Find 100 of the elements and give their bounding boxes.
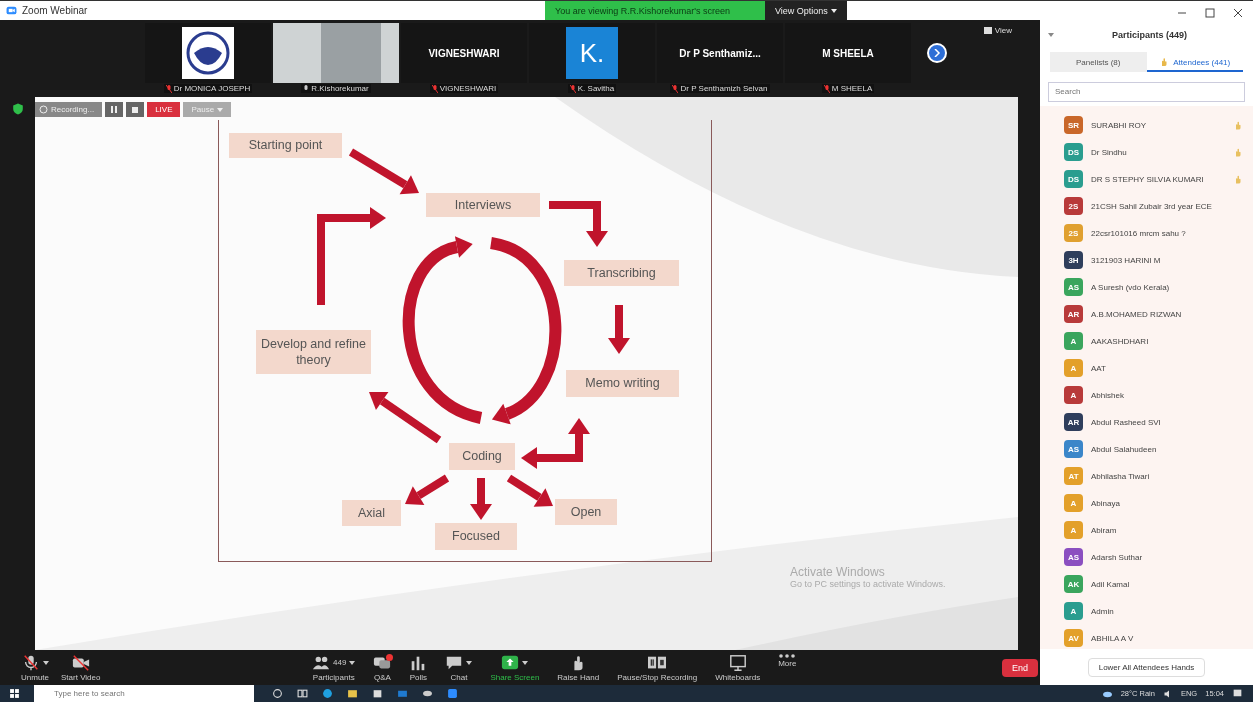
participant-name[interactable]: ABHILA A V [1091,633,1243,643]
participant-name[interactable]: Adil Kamal [1091,579,1243,589]
arrow [521,418,590,469]
participant-name[interactable]: Abhishek [1091,390,1243,400]
search-field[interactable]: Search [1048,81,1245,102]
avatar: 3H [1064,251,1083,269]
participant-name[interactable]: Abinaya [1091,498,1243,508]
avatar: AK [1064,575,1083,593]
name-label: Dr P Senthamizh Selvan [670,84,770,93]
participant-name: Dr P Senthamiz... [679,47,761,59]
avatar: AV [1064,629,1083,647]
name-label: R.Kishorekumar [301,84,371,93]
participant-name[interactable]: Abhilasha Tiwari [1091,471,1243,481]
participant-name: VIGNESHWARI [428,47,500,59]
participant-name: M SHEELA [822,47,874,59]
participant-name[interactable]: 3121903 HARINI M [1091,255,1243,265]
end-button[interactable]: End [1002,658,1038,677]
activation-title: Activate Windows [790,565,886,579]
name-label: VIGNESHWARI [429,84,499,93]
diagram-label: Starting point [229,133,342,158]
muted-mic-icon [823,84,830,93]
participant-name[interactable]: Adarsh Suthar [1091,552,1243,562]
tab[interactable]: Panelists (8) [1050,52,1147,72]
toolbar-button[interactable]: Q&A [367,653,398,682]
toolbar-button[interactable]: Chat [439,653,479,682]
mic-icon [21,653,40,672]
share-screen-icon [501,653,520,672]
stop-button[interactable] [126,102,145,117]
muted-mic-icon [672,84,679,93]
participant-name[interactable]: Abiram [1091,525,1243,535]
participant-name[interactable]: 22csr101016 mrcm sahu ? [1091,228,1243,238]
toolbar-button[interactable]: Unmute [15,653,55,682]
avatar: SR [1064,116,1083,134]
logo-picture [182,27,234,79]
participant-name[interactable]: Dr Sindhu [1091,147,1225,157]
view-options-button[interactable]: View Options [765,1,847,20]
toolbar-button[interactable]: Whiteboards [709,653,767,682]
avatar: A [1064,386,1083,404]
folder-icon [347,688,358,699]
avatar: AR [1064,305,1083,323]
name-label: M SHEELA [821,84,875,93]
name-label: K. Savitha [567,84,617,93]
pause-icon [111,106,118,113]
dots-icon [779,653,796,658]
next-page-button[interactable] [927,43,947,63]
toolbar-button[interactable]: Polls [403,653,434,682]
camera-icon [6,5,17,16]
hand-icon [1159,57,1170,67]
participant-count: 449 [333,658,347,667]
participant-name[interactable]: Abdul Rasheed SVI [1091,417,1243,427]
diagram-label: Focused [435,523,517,550]
participant-name[interactable]: AAKASHDHARI [1091,336,1243,346]
caret-icon [1048,33,1054,37]
participant-name[interactable]: SURABHI ROY [1091,120,1225,130]
pause-button[interactable] [105,102,124,117]
avatar: AS [1064,548,1083,566]
notification-badge [386,653,394,661]
taskbar-search-field[interactable]: Type here to search [34,685,254,702]
toolbar-button[interactable]: More [772,653,803,682]
avatar: A [1064,602,1083,620]
toolbar-button[interactable]: Pause/Stop Recording [611,653,704,682]
muted-mic-icon [165,84,172,93]
diagram-label: Develop and refine theory [256,330,371,374]
avatar: A [1064,494,1083,512]
live-button[interactable]: LIVE [147,102,181,117]
arrow [549,201,608,247]
diagram-label: Transcribing [564,260,679,286]
avatar: A [1064,521,1083,539]
avatar: AS [1064,440,1083,458]
participant-name[interactable]: Abdul Salahudeen [1091,444,1243,454]
window-title: Zoom Webinar [22,5,88,16]
avatar: 2S [1064,224,1083,242]
participant-name[interactable]: AAT [1091,363,1243,373]
camera-icon [71,653,90,672]
participant-name[interactable]: A Suresh (vdo Kerala) [1091,282,1243,292]
participant-name[interactable]: A.B.MOHAMED RIZWAN [1091,309,1243,319]
shield-icon [11,103,24,115]
circle-icon [272,688,283,699]
lower-hands-button[interactable]: Lower All Attendees Hands [1087,657,1206,677]
viewing-banner: You are viewing R.R.Kishorekumar's screen [545,1,765,20]
caret-icon [830,8,837,13]
maximize-button[interactable] [1205,5,1215,16]
caret-icon [522,660,529,665]
toolbar-button[interactable]: Share Screen [484,653,546,682]
arrow [506,474,553,507]
participant-name[interactable]: 21CSH Sahil Zubair 3rd year ECE [1091,201,1243,211]
toolbar-button[interactable]: 449 Participants [306,653,362,682]
toolbar-button[interactable]: Start Video [55,653,107,682]
windows-logo-icon [8,688,20,699]
participant-name[interactable]: Admin [1091,606,1243,616]
caret-icon [217,107,224,112]
record-icon [39,105,48,114]
participant-name[interactable]: DR S STEPHY SILVIA KUMARI [1091,174,1225,184]
muted-mic-icon [569,84,576,93]
name-label: Dr MONICA JOSEPH [163,84,253,93]
avatar: A [1064,332,1083,350]
avatar: AT [1064,467,1083,485]
view-button[interactable]: View [977,25,1018,36]
toolbar-button[interactable]: Raise Hand [551,653,606,682]
avatar: 2S [1064,197,1083,215]
